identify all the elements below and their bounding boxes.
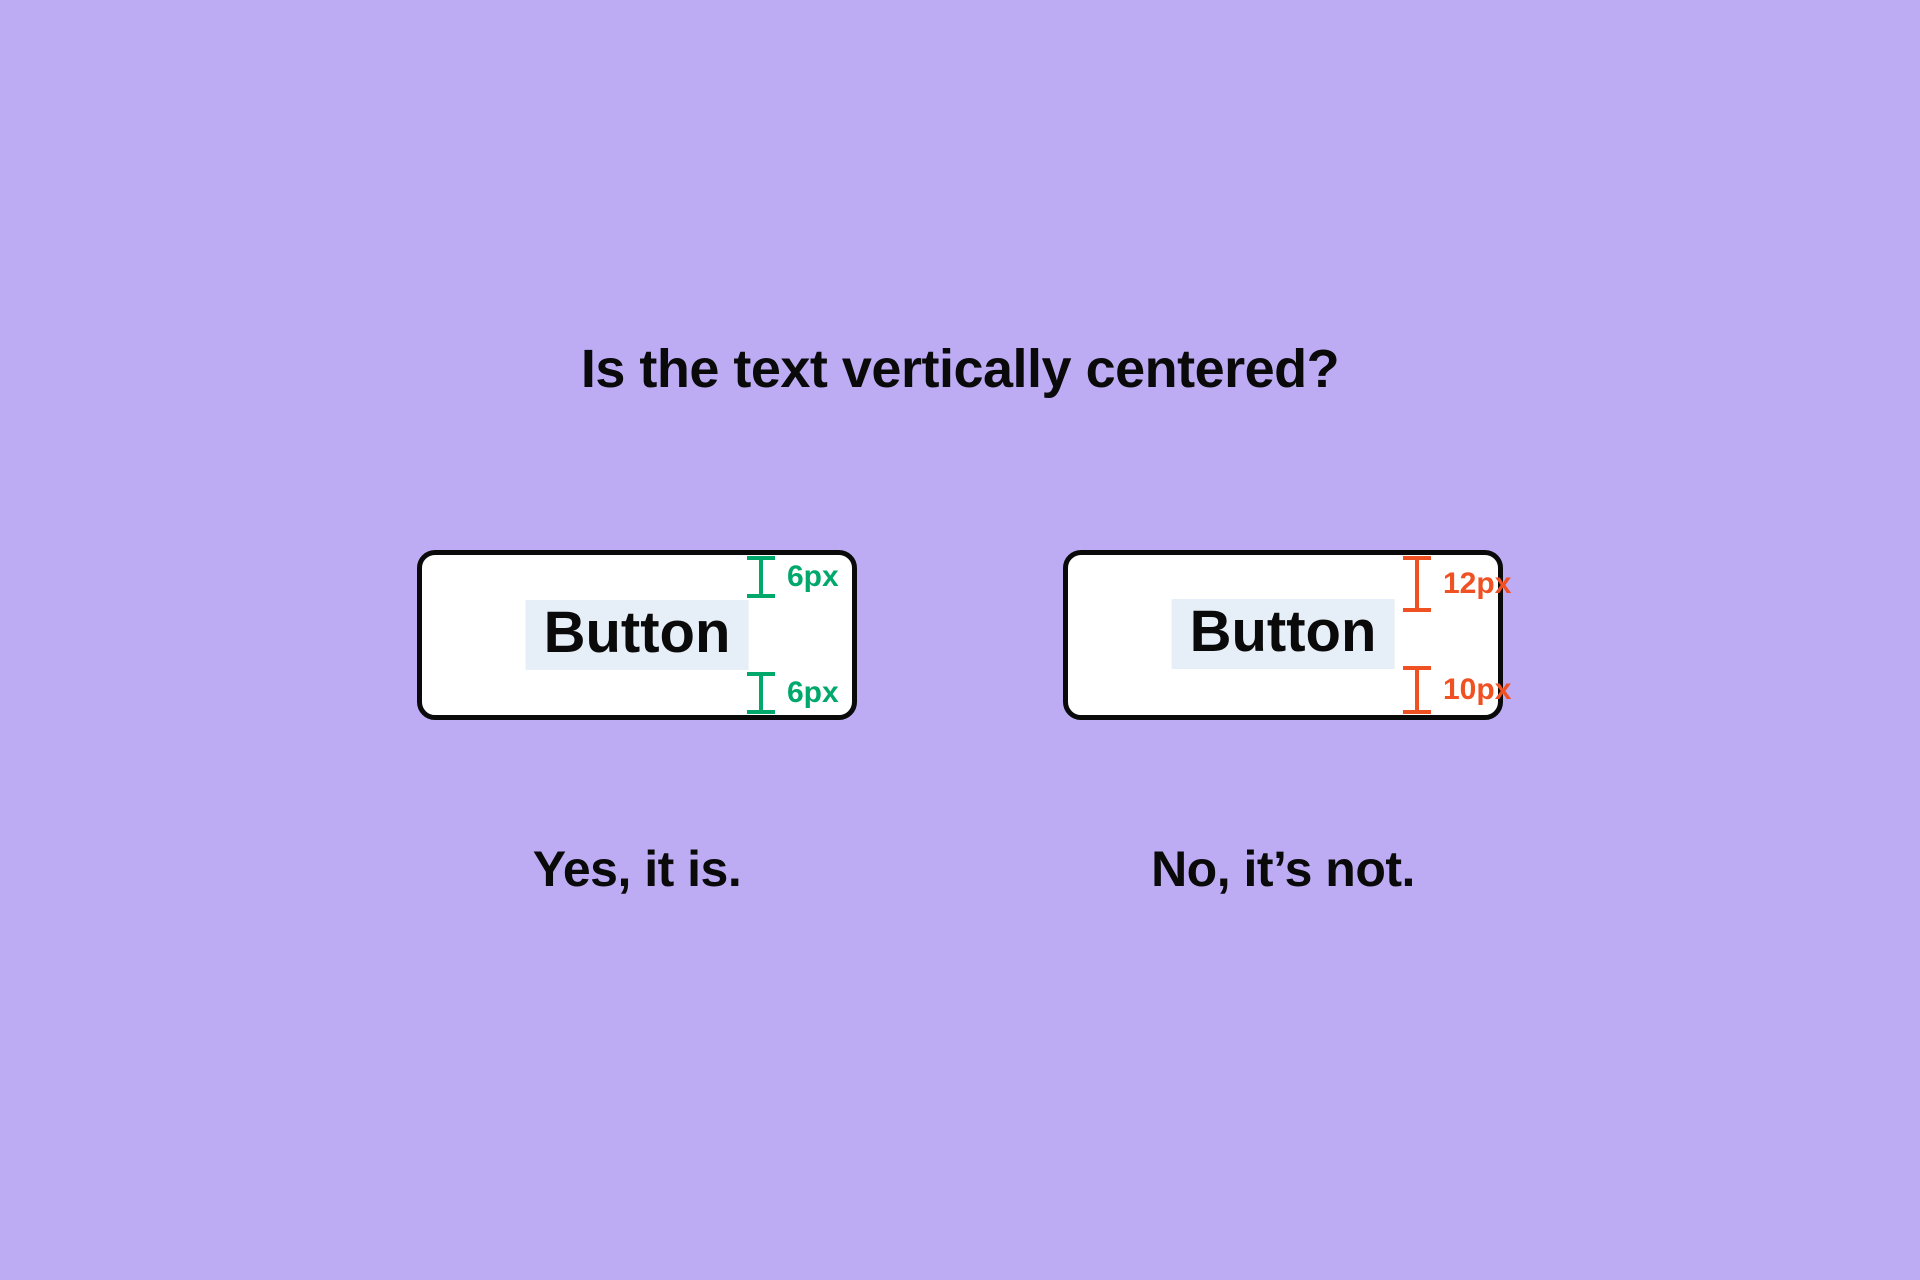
button-label-centered: Button [526,600,749,670]
ibeam-icon [1403,556,1431,612]
diagram-heading: Is the text vertically centered? [581,338,1339,400]
measure-top-right: 12px [1403,556,1503,612]
example-centered: Button 6px 6px Yes, it is. [417,550,857,898]
button-container-centered: Button 6px 6px [417,550,857,720]
measure-value: 10px [1443,673,1511,707]
button-container-offcenter: Button 12px 10px [1063,550,1503,720]
button-label-offcenter: Button [1172,599,1395,669]
measure-value: 6px [787,560,839,594]
ibeam-icon [747,672,775,714]
measure-bottom-right: 10px [1403,666,1503,714]
measure-bottom-left: 6px [747,672,847,714]
caption-offcenter: No, it’s not. [1151,840,1415,898]
measure-top-left: 6px [747,556,847,598]
diagram-stage: Is the text vertically centered? Button … [240,160,1680,1120]
caption-centered: Yes, it is. [533,840,742,898]
examples-row: Button 6px 6px Yes, it is. Button [240,550,1680,898]
ibeam-icon [747,556,775,598]
ibeam-icon [1403,666,1431,714]
measure-value: 12px [1443,567,1511,601]
example-offcenter: Button 12px 10px No, it’s not. [1063,550,1503,898]
measure-value: 6px [787,676,839,710]
